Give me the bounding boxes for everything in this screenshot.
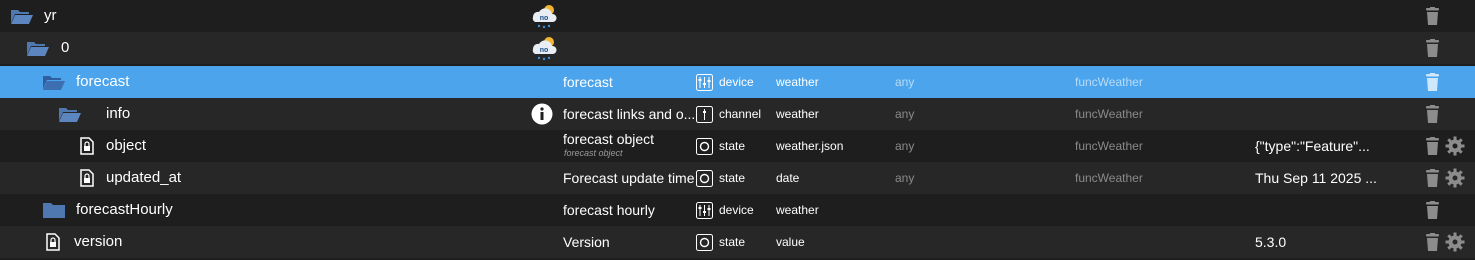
object-function: funcWeather — [1075, 171, 1143, 185]
object-value[interactable]: 5.3.0 — [1255, 234, 1286, 250]
trash-icon[interactable] — [1425, 137, 1440, 155]
object-room: any — [895, 107, 915, 121]
trash-icon[interactable] — [1425, 73, 1440, 91]
weather-logo-icon: no — [532, 37, 557, 61]
state-type-icon — [696, 138, 713, 155]
tree-row-object[interactable]: object forecast object forecast object s… — [0, 130, 1475, 162]
trash-icon[interactable] — [1425, 169, 1440, 187]
row-name[interactable]: forecastHourly — [76, 201, 173, 218]
row-name[interactable]: forecast — [76, 73, 129, 90]
object-function: funcWeather — [1075, 75, 1143, 89]
state-type-icon — [696, 170, 713, 187]
trash-icon[interactable] — [1425, 105, 1440, 123]
folder-open-icon[interactable] — [26, 40, 50, 57]
object-name: Version — [563, 234, 610, 250]
object-role: value — [776, 235, 805, 249]
tree-row-updated-at[interactable]: updated_at Forecast update time state da… — [0, 162, 1475, 194]
object-value[interactable]: {"type":"Feature"... — [1255, 138, 1370, 154]
object-value[interactable]: Thu Sep 11 2025 ... — [1255, 170, 1377, 186]
file-lock-icon — [46, 233, 60, 251]
trash-icon[interactable] — [1425, 201, 1440, 219]
object-room: any — [895, 75, 915, 89]
trash-icon[interactable] — [1425, 233, 1440, 251]
weather-logo-icon: no — [532, 5, 557, 29]
object-type: state — [719, 171, 746, 185]
trash-icon[interactable] — [1425, 39, 1440, 57]
tree-row-forecast-hourly[interactable]: forecastHourly forecast hourly device we… — [0, 194, 1475, 226]
tree-row-info[interactable]: info forecast links and o... channel wea… — [0, 98, 1475, 130]
device-type-icon — [696, 74, 713, 91]
object-tree: yr no 0 no forecast forecast device weat… — [0, 0, 1475, 260]
object-room: any — [895, 139, 915, 153]
tree-row-version[interactable]: version Version state value 5.3.0 — [0, 226, 1475, 258]
object-name: forecast links and o... — [563, 106, 696, 122]
row-name[interactable]: version — [74, 233, 122, 250]
file-lock-icon — [80, 169, 94, 187]
gear-icon[interactable] — [1445, 168, 1465, 188]
row-name[interactable]: 0 — [61, 39, 69, 56]
object-name: forecast — [563, 74, 613, 90]
tree-row-0[interactable]: 0 no — [0, 32, 1475, 64]
folder-open-icon[interactable] — [58, 106, 82, 123]
object-role: weather — [776, 203, 819, 217]
object-function: funcWeather — [1075, 139, 1143, 153]
object-role: weather.json — [776, 139, 844, 153]
folder-closed-icon[interactable] — [42, 202, 66, 219]
object-name: Forecast update time — [563, 170, 695, 186]
folder-open-icon[interactable] — [42, 74, 66, 91]
object-name: forecast object — [563, 131, 655, 147]
device-type-icon — [696, 202, 713, 219]
state-type-icon — [696, 234, 713, 251]
file-lock-icon — [80, 137, 94, 155]
logo-text: no — [540, 15, 549, 22]
object-type: device — [719, 203, 754, 217]
object-type: state — [719, 235, 746, 249]
trash-icon[interactable] — [1425, 7, 1440, 25]
object-type: channel — [719, 107, 762, 121]
object-type: state — [719, 139, 746, 153]
row-name[interactable]: info — [106, 105, 130, 122]
tree-row-forecast[interactable]: forecast forecast device weather any fun… — [0, 66, 1475, 98]
info-icon — [531, 103, 553, 125]
object-function: funcWeather — [1075, 107, 1143, 121]
row-name[interactable]: object — [106, 137, 146, 154]
folder-open-icon[interactable] — [10, 8, 34, 25]
object-subname: forecast object — [564, 148, 623, 158]
object-role: weather — [776, 75, 819, 89]
channel-type-icon — [696, 106, 713, 123]
object-type: device — [719, 75, 754, 89]
object-role: date — [776, 171, 800, 185]
object-role: weather — [776, 107, 819, 121]
logo-text: no — [540, 47, 549, 54]
gear-icon[interactable] — [1445, 136, 1465, 156]
row-name[interactable]: yr — [44, 7, 57, 24]
tree-row-yr[interactable]: yr no — [0, 0, 1475, 32]
gear-icon[interactable] — [1445, 232, 1465, 252]
row-name[interactable]: updated_at — [106, 169, 181, 186]
object-name: forecast hourly — [563, 202, 655, 218]
object-room: any — [895, 171, 915, 185]
